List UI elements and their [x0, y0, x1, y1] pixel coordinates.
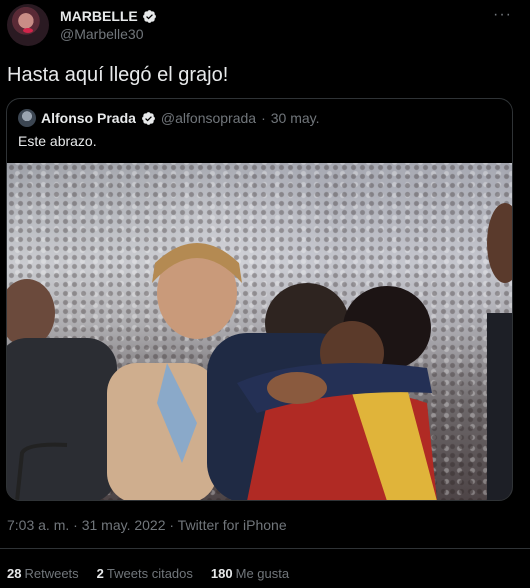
divider [0, 548, 530, 549]
quoted-tweet-card[interactable]: Alfonso Prada @alfonsoprada · 30 may. Es… [6, 98, 513, 501]
quoted-date[interactable]: 30 may. [271, 110, 320, 126]
quoted-author-avatar[interactable] [18, 109, 36, 127]
author-handle[interactable]: @Marbelle30 [60, 26, 143, 42]
tweet-timestamp[interactable]: 7:03 a. m. · 31 may. 2022 · Twitter for … [7, 517, 287, 533]
quoted-tweet-text: Este abrazo. [18, 133, 97, 149]
author-display-name[interactable]: MARBELLE [60, 8, 138, 24]
quote-tweets-stat[interactable]: 2 Tweets citados [97, 566, 193, 581]
quoted-separator: · [261, 110, 266, 126]
more-options-icon[interactable]: ··· [493, 6, 512, 24]
tweet-text: Hasta aquí llegó el grajo! [7, 64, 229, 86]
author-name-row[interactable]: MARBELLE [60, 8, 157, 24]
quoted-author-handle[interactable]: @alfonsoprada [161, 110, 256, 126]
retweets-stat[interactable]: 28 Retweets [7, 566, 79, 581]
likes-stat[interactable]: 180 Me gusta [211, 566, 289, 581]
photo-scene [7, 203, 512, 500]
quoted-verified-badge-icon [142, 111, 155, 125]
quoted-author-name[interactable]: Alfonso Prada [41, 110, 136, 126]
tweet-stats: 28 Retweets 2 Tweets citados 180 Me gusta [7, 566, 289, 581]
quoted-tweet-header: Alfonso Prada @alfonsoprada · 30 may. [18, 109, 320, 127]
verified-badge-icon [142, 9, 156, 23]
author-avatar[interactable] [7, 4, 49, 46]
quoted-tweet-photo[interactable] [7, 163, 512, 500]
